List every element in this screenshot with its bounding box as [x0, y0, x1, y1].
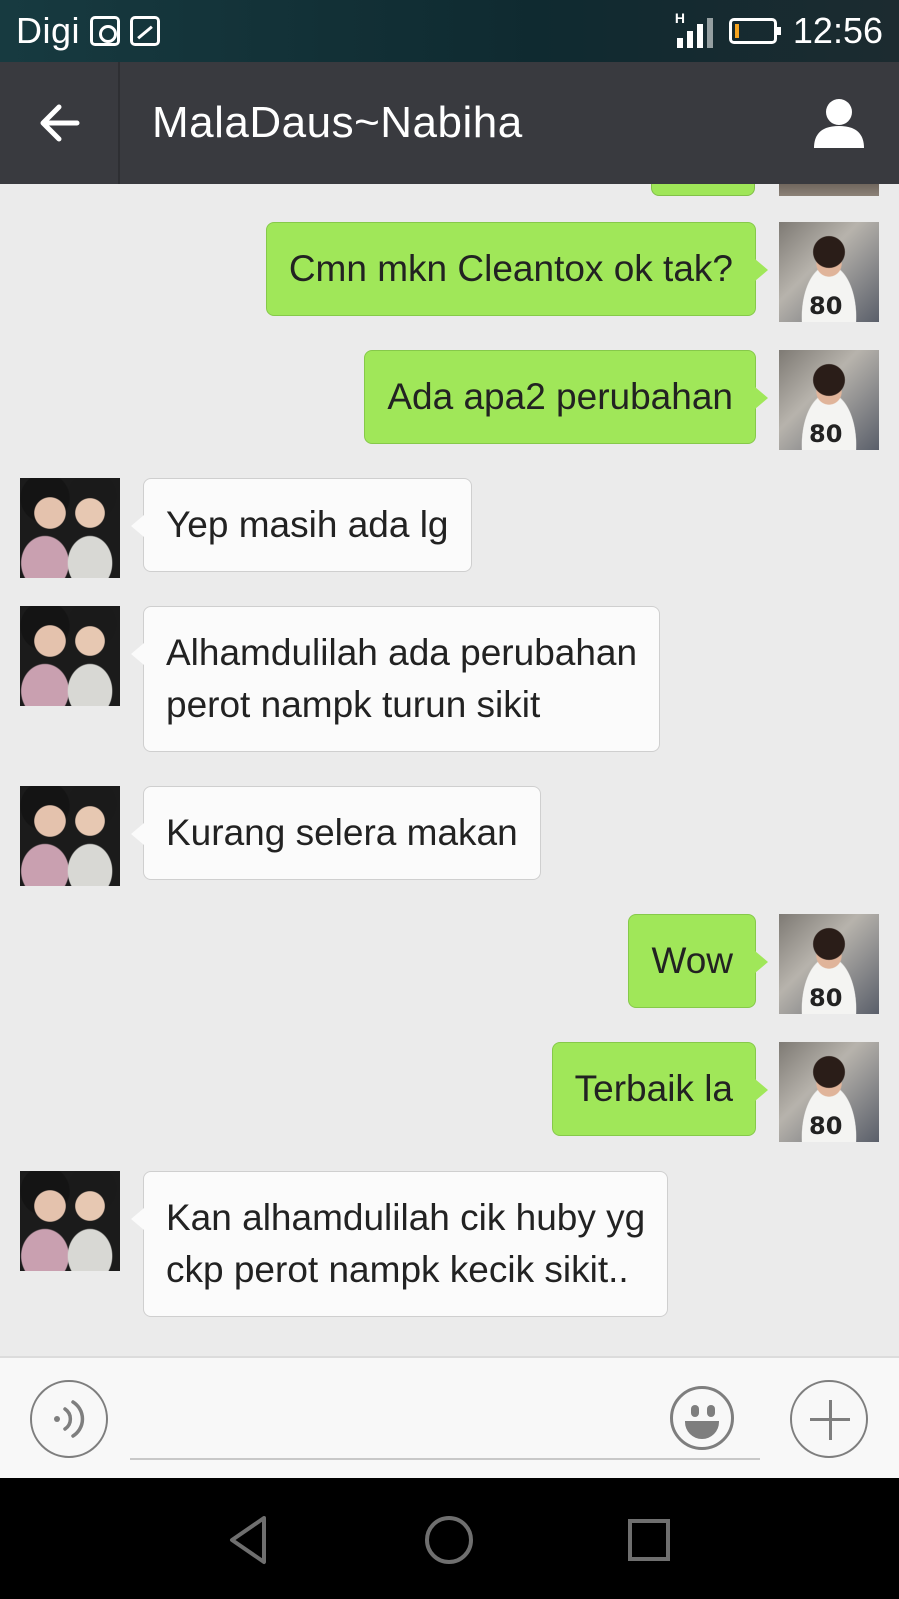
contact-avatar[interactable]: [20, 606, 120, 706]
avatar-shirt-number: 80: [809, 1112, 843, 1140]
message-input[interactable]: [130, 1378, 760, 1460]
more-button[interactable]: [790, 1380, 868, 1458]
avatar-shirt-number: 80: [809, 420, 843, 448]
battery-icon: [728, 18, 781, 44]
chat-header: MalaDaus~Nabiha: [0, 62, 899, 184]
message-text: Wow: [651, 940, 733, 981]
nav-back-button[interactable]: [218, 1508, 282, 1572]
contact-avatar[interactable]: [20, 1171, 120, 1271]
received-message-bubble[interactable]: Yep masih ada lg: [131, 478, 472, 572]
message-text: Kan alhamdulilah cik huby yg: [166, 1197, 646, 1238]
sent-message-bubble[interactable]: Wow: [628, 914, 768, 1008]
signal-bar: [706, 18, 713, 48]
my-avatar[interactable]: 80: [779, 350, 879, 450]
chat-info-button[interactable]: [779, 62, 899, 184]
instagram-icon: [90, 16, 121, 46]
signal-bar: [676, 38, 683, 48]
message-text: Kurang selera makan: [166, 812, 518, 853]
voice-icon: [54, 1400, 85, 1438]
signal-bar: [686, 31, 693, 48]
clock: 12:56: [792, 10, 883, 51]
signal-bar: [696, 24, 703, 48]
back-button[interactable]: [0, 62, 120, 184]
back-triangle-icon: [230, 1516, 266, 1564]
voice-button[interactable]: [30, 1380, 108, 1458]
received-message-bubble[interactable]: Kurang selera makan: [131, 786, 541, 880]
network-type-label: H: [674, 10, 686, 26]
chat-title: MalaDaus~Nabiha: [152, 98, 523, 147]
sent-message-bubble[interactable]: Terbaik la: [551, 1042, 769, 1136]
sent-message-bubble[interactable]: Ada apa2 perubahan: [364, 350, 768, 444]
system-nav-bar: [0, 1478, 899, 1599]
message-bubble-partial: [651, 184, 755, 196]
message-list[interactable]: 80 Cmn mkn Cleantox ok tak? 80 Ada apa2 per…: [0, 184, 899, 1356]
home-circle-icon: [425, 1516, 473, 1564]
message-text: Ada apa2 perubahan: [387, 376, 733, 417]
status-right: H 12:56: [675, 10, 883, 52]
avatar-shirt-number: 80: [809, 292, 843, 320]
emoji-icon: [707, 1405, 715, 1417]
message-text: Yep masih ada lg: [166, 504, 449, 545]
sent-message-bubble[interactable]: Cmn mkn Cleantox ok tak?: [265, 222, 769, 316]
my-avatar[interactable]: 80: [779, 914, 879, 1014]
my-avatar[interactable]: 80: [779, 222, 879, 322]
battery-level: [734, 24, 739, 38]
signal-icon: H: [675, 10, 713, 48]
person-icon: [814, 99, 864, 148]
carrier-label: Digi: [16, 10, 81, 51]
emoji-icon: [691, 1405, 699, 1417]
message-text: ckp perot nampk kecik sikit..: [166, 1249, 629, 1290]
arrow-left-icon: [40, 104, 80, 142]
contact-avatar[interactable]: [20, 478, 120, 578]
status-bar: Digi H 12:56: [0, 0, 899, 62]
avatar: [779, 184, 879, 196]
gallery-icon: [130, 16, 161, 46]
message-text: Alhamdulilah ada perubahan: [166, 632, 638, 673]
message-text: Cmn mkn Cleantox ok tak?: [288, 248, 733, 289]
nav-home-button[interactable]: [417, 1508, 481, 1572]
nav-recents-button[interactable]: [617, 1508, 681, 1572]
my-avatar[interactable]: 80: [779, 1042, 879, 1142]
emoji-icon: [685, 1421, 719, 1439]
status-left: Digi: [16, 10, 161, 52]
message-text: perot nampk turun sikit: [166, 684, 541, 725]
recents-square-icon: [628, 1519, 670, 1561]
message-text: Terbaik la: [574, 1068, 733, 1109]
received-message-bubble[interactable]: Alhamdulilah ada perubahan perot nampk tu…: [130, 606, 661, 752]
input-bar: [0, 1356, 899, 1478]
contact-avatar[interactable]: [20, 786, 120, 886]
emoji-button[interactable]: [670, 1386, 734, 1450]
received-message-bubble[interactable]: Kan alhamdulilah cik huby yg ckp perot na…: [130, 1171, 669, 1317]
avatar-shirt-number: 80: [809, 984, 843, 1012]
